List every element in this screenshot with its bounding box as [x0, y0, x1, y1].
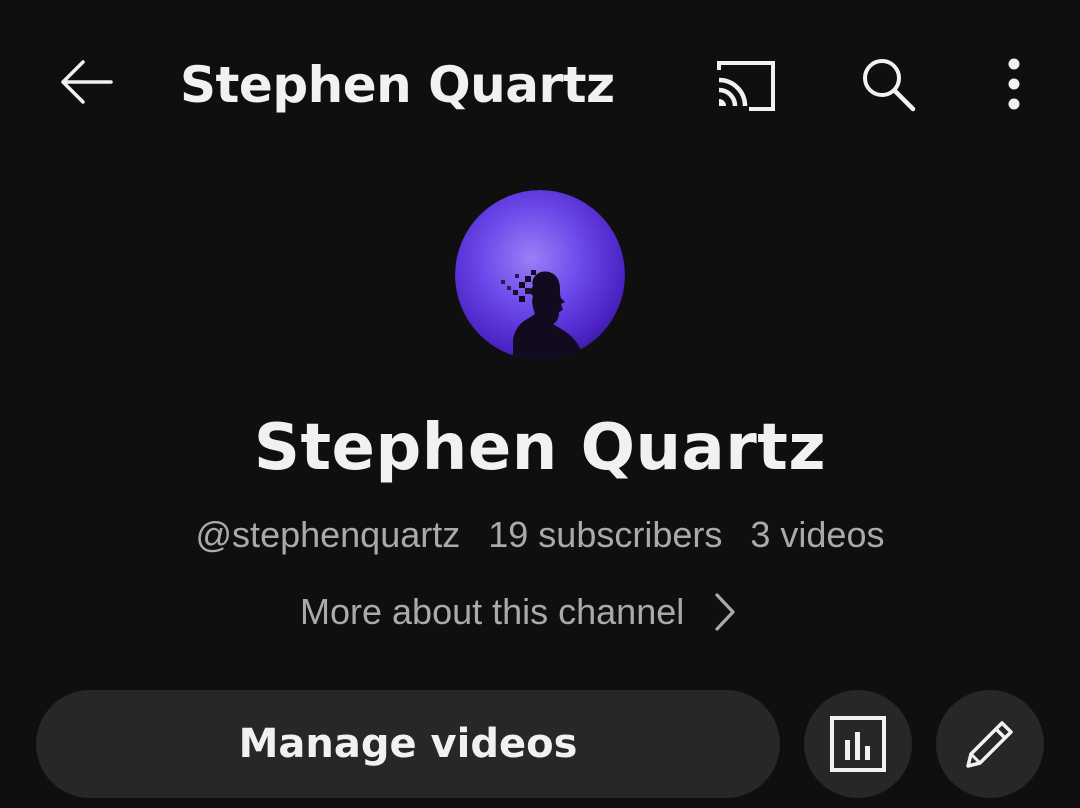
cast-icon — [717, 61, 775, 111]
arrow-left-icon — [61, 60, 113, 104]
pencil-icon — [966, 721, 1013, 768]
edit-channel-button[interactable] — [936, 690, 1044, 798]
manage-videos-label: Manage videos — [238, 721, 578, 767]
search-button[interactable] — [852, 50, 924, 118]
analytics-button[interactable] — [804, 690, 912, 798]
search-icon — [863, 59, 916, 112]
chevron-right-icon — [714, 592, 736, 632]
more-about-channel-link[interactable]: More about this channel — [300, 586, 736, 638]
cast-button[interactable] — [706, 52, 782, 116]
page-title: Stephen Quartz — [180, 56, 615, 114]
more-vertical-icon — [1008, 58, 1020, 110]
analytics-bar-chart-icon — [830, 716, 886, 772]
top-app-bar: Stephen Quartz — [0, 0, 1080, 170]
more-options-button[interactable] — [990, 50, 1038, 118]
channel-avatar[interactable] — [455, 190, 625, 360]
avatar-image — [455, 190, 625, 360]
channel-meta: @stephenquartz 19 subscribers 3 videos — [0, 512, 1080, 558]
channel-name: Stephen Quartz — [253, 411, 827, 485]
video-count: 3 videos — [750, 514, 885, 555]
back-button[interactable] — [50, 50, 120, 114]
channel-handle: @stephenquartz — [195, 514, 461, 555]
subscriber-count: 19 subscribers — [488, 514, 723, 555]
more-about-label: More about this channel — [300, 591, 685, 632]
manage-videos-button[interactable]: Manage videos — [36, 690, 780, 798]
